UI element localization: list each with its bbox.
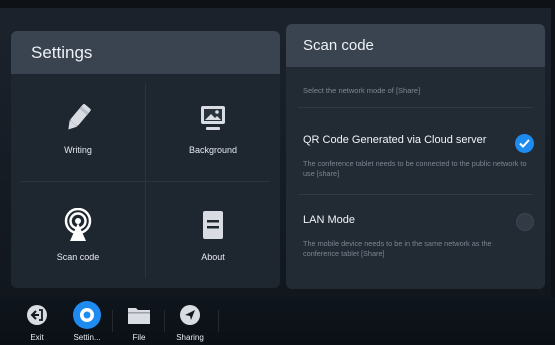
exit-icon [26, 300, 48, 330]
settings-icon [71, 300, 103, 330]
taskbar-separator [164, 310, 165, 332]
broadcast-icon [61, 207, 95, 242]
settings-tile-label: Scan code [56, 251, 100, 262]
scan-code-subtitle: Select the network mode of [Share] [303, 86, 421, 95]
scan-code-panel: Scan code Select the network mode of [Sh… [286, 24, 545, 289]
checkmark-icon[interactable] [515, 134, 534, 153]
divider [298, 107, 533, 108]
taskbar-exit[interactable]: Exit [17, 300, 57, 342]
settings-title: Settings [31, 42, 93, 62]
settings-grid: Writing Background Scan code About [11, 74, 280, 288]
scan-code-title: Scan code [303, 37, 374, 54]
divider [298, 194, 533, 195]
settings-tile-label: Writing [64, 144, 92, 155]
taskbar-separator [218, 310, 219, 332]
option-title: QR Code Generated via Cloud server [303, 134, 487, 146]
option-description: The mobile device needs to be in the sam… [303, 239, 492, 258]
pen-icon [60, 101, 96, 135]
settings-tile-about[interactable]: About [146, 181, 280, 288]
taskbar-sharing[interactable]: Sharing [170, 300, 210, 342]
settings-header: Settings [11, 31, 280, 74]
taskbar-separator [112, 310, 113, 332]
taskbar-label: File [132, 333, 146, 342]
taskbar-label: Settin... [73, 333, 101, 342]
window-frame-top [0, 0, 555, 8]
taskbar-settings[interactable]: Settin... [67, 300, 107, 342]
taskbar-file[interactable]: File [119, 300, 159, 342]
send-icon [179, 300, 201, 330]
settings-tile-label: About [201, 251, 225, 262]
scan-code-header: Scan code [286, 24, 545, 67]
radio-unchecked-icon[interactable] [516, 213, 534, 231]
settings-tile-scan-code[interactable]: Scan code [11, 181, 145, 288]
option-description: The conference tablet needs to be connec… [303, 159, 527, 178]
taskbar-label: Exit [30, 333, 44, 342]
settings-panel: Settings Writing Background Scan code Ab… [11, 31, 280, 288]
taskbar-label: Sharing [176, 333, 204, 342]
settings-tile-writing[interactable]: Writing [11, 74, 145, 181]
settings-tile-label: Background [188, 144, 238, 155]
document-icon [201, 208, 225, 242]
image-icon [198, 101, 228, 135]
settings-tile-background[interactable]: Background [146, 74, 280, 181]
window-frame-right [551, 0, 555, 345]
folder-icon [127, 300, 151, 330]
taskbar: Exit Settin... File Sharing [0, 297, 555, 345]
option-title: LAN Mode [303, 214, 355, 226]
